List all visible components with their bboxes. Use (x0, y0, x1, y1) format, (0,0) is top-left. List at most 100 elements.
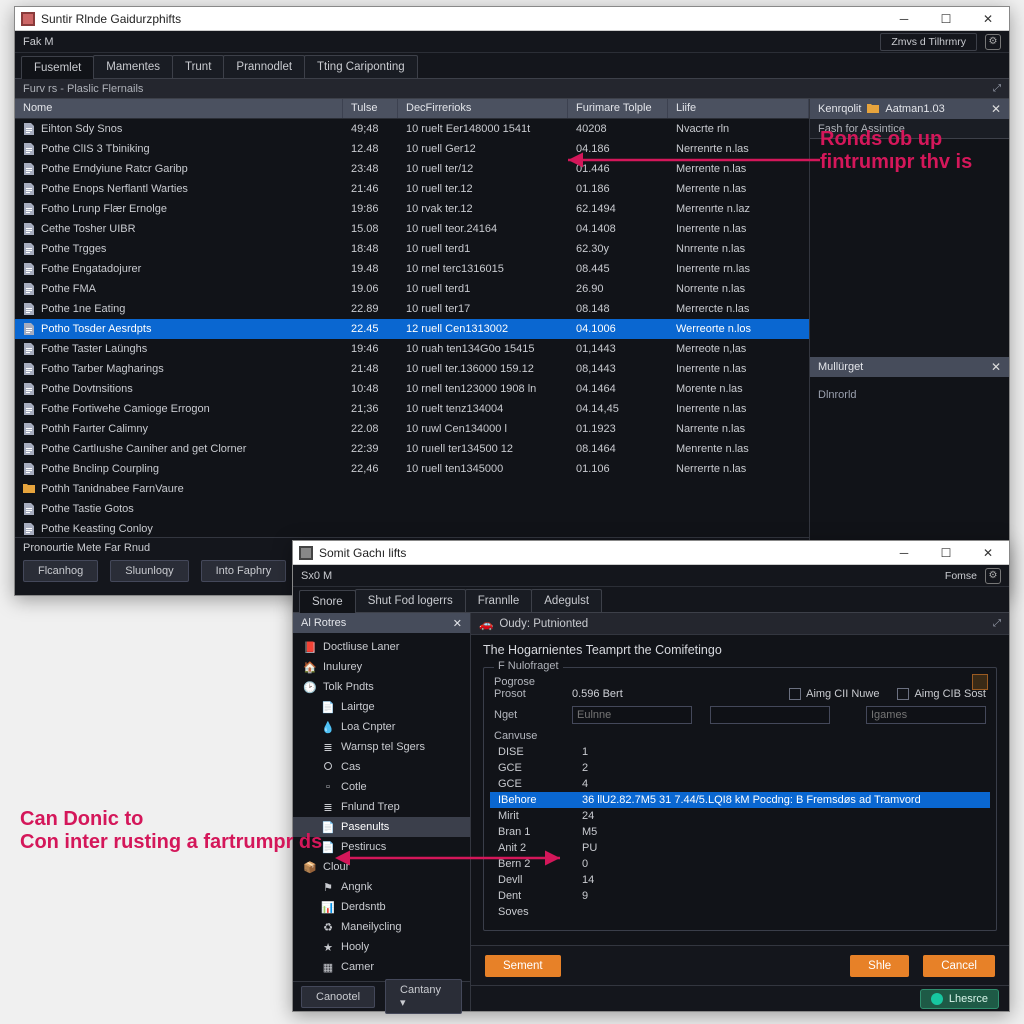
maximize-button[interactable]: ☐ (925, 541, 967, 565)
tab-shut-fod-logerrs[interactable]: Shut Fod logerrs (355, 589, 466, 612)
footer-button[interactable]: Sluunloqy (110, 560, 188, 582)
field-label: Nget (494, 709, 554, 721)
sement-button[interactable]: Sement (485, 955, 561, 977)
close-button[interactable]: ✕ (967, 7, 1009, 31)
menu-right-label[interactable]: Fomse (945, 570, 977, 582)
close-icon[interactable]: ✕ (991, 102, 1001, 116)
tab-trunt[interactable]: Trunt (172, 55, 224, 78)
table-row[interactable]: Pothe ClIS 3 Tbiniking12.4810 ruell Ger1… (15, 139, 809, 159)
menu-right-label[interactable]: Zmvs d Tilhrmry (880, 33, 977, 51)
kv-row[interactable]: Bran 1M5 (494, 824, 986, 840)
close-icon[interactable]: ✕ (991, 360, 1001, 374)
group-action-icon[interactable] (972, 674, 988, 690)
table-row[interactable]: Pothe Enops Nerflantl Warties21:4610 rue… (15, 179, 809, 199)
menu-item[interactable]: Sx0 M (301, 570, 332, 582)
table-row[interactable]: Pothe 1ne Eating22.8910 ruell ter1708.14… (15, 299, 809, 319)
tree-footer-button[interactable]: Canootel (301, 986, 375, 1008)
table-row[interactable]: Fotho Lrunp Flær Ernolge19:8610 rvak ter… (15, 199, 809, 219)
kv-row[interactable]: Mirit24 (494, 808, 986, 824)
tree-item[interactable]: 🕑Tolk Pndts (293, 677, 470, 697)
col-far[interactable]: Furimare Tolple (568, 99, 668, 118)
eulnne-input[interactable] (710, 706, 830, 724)
tab-tting cariponting[interactable]: Tting Cariponting (304, 55, 418, 78)
tree-item[interactable]: ♻Maneilycling (293, 917, 470, 937)
file-icon (23, 483, 37, 495)
table-row[interactable]: Fothe Engatadojurer19.4810 rnel terc1316… (15, 259, 809, 279)
status-chip[interactable]: Lhesrce (920, 989, 999, 1009)
tree-view[interactable]: 📕Doctliuse Laner🏠Inulurey🕑Tolk Pndts📄Lai… (293, 633, 470, 981)
close-icon[interactable]: ✕ (453, 617, 462, 630)
tree-item[interactable]: 📊Derdsntb (293, 897, 470, 917)
tree-item[interactable]: 📄Lairtge (293, 697, 470, 717)
tab-mamentes[interactable]: Mamentes (93, 55, 173, 78)
table-row[interactable]: Pothe Bnclinp Courpling22,4610 ruell ten… (15, 459, 809, 479)
table-row[interactable]: Potho Tosder Aesrdpts22.4512 ruell Cen13… (15, 319, 809, 339)
clock-icon: 🕑 (303, 680, 317, 694)
subhead-label: Furv rs - Plaslic Flernails (23, 83, 143, 95)
gear-icon[interactable]: ⚙ (985, 568, 1001, 584)
table-row[interactable]: Eihton Sdy Snos49;4810 ruelt Eer148000 1… (15, 119, 809, 139)
tree-footer-button[interactable]: Cantany ▾ (385, 979, 462, 1014)
igames-input[interactable] (866, 706, 986, 724)
tree-item[interactable]: 📄Pasenults (293, 817, 470, 837)
col-name[interactable]: Nome (15, 99, 343, 118)
tree-item[interactable]: ⚑Angnk (293, 877, 470, 897)
gear-icon[interactable]: ⚙ (985, 34, 1001, 50)
tree-item[interactable]: 💧Loa Cnpter (293, 717, 470, 737)
kv-row[interactable]: IBehore36 llU2.82.7M5 31 7.44/5.LQI8 kM … (490, 792, 990, 808)
tree-item[interactable]: 📄Pestirucs (293, 837, 470, 857)
nget-input[interactable] (572, 706, 692, 724)
table-row[interactable]: Pothh Faırter Calimny22.0810 ruwl Cen134… (15, 419, 809, 439)
table-row[interactable]: Fotho Tarber Magharings21:4810 ruell ter… (15, 359, 809, 379)
col-def[interactable]: DecFirrerioks (398, 99, 568, 118)
kv-row[interactable]: GCE4 (494, 776, 986, 792)
tab-fusemlet[interactable]: Fusemlet (21, 56, 94, 79)
col-tube[interactable]: Tulse (343, 99, 398, 118)
menu-item[interactable]: Fak M (23, 36, 54, 48)
tree-item[interactable]: ≣Fnlund Trep (293, 797, 470, 817)
tab-prannodlet[interactable]: Prannodlet (223, 55, 305, 78)
tree-item[interactable]: 📕Doctliuse Laner (293, 637, 470, 657)
table-row[interactable]: Pothe Cartlıushe Caıniher and get Clorne… (15, 439, 809, 459)
table-row[interactable]: Pothe Tastie Gotos (15, 499, 809, 519)
tree-item[interactable]: 🏠Inulurey (293, 657, 470, 677)
table-row[interactable]: Fothe Taster Laünghs19:4610 ruah ten134G… (15, 339, 809, 359)
footer-button[interactable]: Into Faphry (201, 560, 287, 582)
table-row[interactable]: Pothe Trgges18:4810 ruell terd162.30yNnr… (15, 239, 809, 259)
close-button[interactable]: ✕ (967, 541, 1009, 565)
table-row[interactable]: Pothe Erndyiune Ratcr Garibp23:4810 ruel… (15, 159, 809, 179)
minimize-button[interactable]: ─ (883, 541, 925, 565)
table-row[interactable]: Pothe Dovtnsitions10:4810 rnell ten12300… (15, 379, 809, 399)
table-row[interactable]: Fothe Fortiwehe Camioge Errogon21;3610 r… (15, 399, 809, 419)
expand-icon[interactable]: ⤢ (993, 83, 1001, 94)
minimize-button[interactable]: ─ (883, 7, 925, 31)
col-lif[interactable]: Liife (668, 99, 809, 118)
tab-snore[interactable]: Snore (299, 590, 356, 613)
table-row[interactable]: Cethe Tosher UIBR15.0810 ruell teor.2416… (15, 219, 809, 239)
kv-row[interactable]: Soves (494, 904, 986, 920)
kv-row[interactable]: DISE1 (494, 744, 986, 760)
tree-item[interactable]: ▫Cotle (293, 777, 470, 797)
kv-row[interactable]: Devll14 (494, 872, 986, 888)
tree-item[interactable]: ★Hooly (293, 937, 470, 957)
save-button[interactable]: Shle (850, 955, 909, 977)
kv-row[interactable]: Dent9 (494, 888, 986, 904)
table-body[interactable]: Eihton Sdy Snos49;4810 ruelt Eer148000 1… (15, 119, 809, 537)
maximize-button[interactable]: ☐ (925, 7, 967, 31)
tree-item[interactable]: ≣Warnsp tel Sgers (293, 737, 470, 757)
kv-row[interactable]: Bern 20 (494, 856, 986, 872)
kv-row[interactable]: GCE2 (494, 760, 986, 776)
expand-icon[interactable]: ⤢ (993, 618, 1001, 629)
cancel-button[interactable]: Cancel (923, 955, 995, 977)
checkbox-1[interactable]: Aimg CII Nuwe (789, 688, 879, 700)
tab-frannlle[interactable]: Frannlle (465, 589, 533, 612)
tree-item[interactable]: ▦Camer (293, 957, 470, 977)
table-row[interactable]: Pothe Keasting Conloy (15, 519, 809, 537)
kv-row[interactable]: Anit 2PU (494, 840, 986, 856)
table-row[interactable]: Pothh Tanidnabee FarnVaure (15, 479, 809, 499)
table-row[interactable]: Pothe FMA19.0610 ruell terd126.90Norrent… (15, 279, 809, 299)
tab-adegulst[interactable]: Adegulst (531, 589, 602, 612)
tree-item[interactable]: 📦Clour (293, 857, 470, 877)
footer-button[interactable]: Flcanhog (23, 560, 98, 582)
tree-item[interactable]: ⭘Cas (293, 757, 470, 777)
